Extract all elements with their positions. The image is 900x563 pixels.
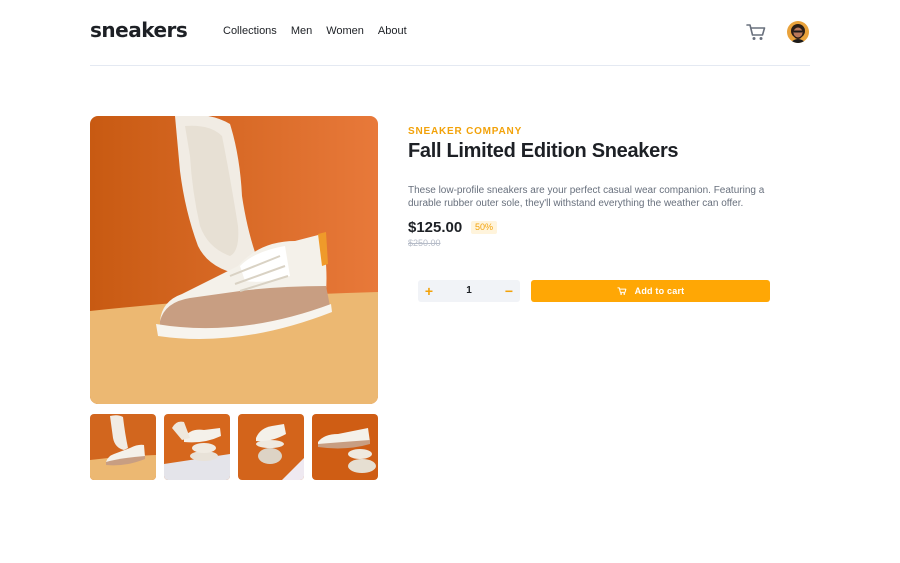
thumbnail-image	[90, 414, 156, 480]
cart-button[interactable]	[745, 22, 767, 42]
thumbnail-gallery	[90, 414, 378, 480]
cart-icon	[617, 287, 627, 295]
thumbnail-image	[164, 414, 230, 480]
quantity-stepper: + 1 −	[418, 280, 520, 302]
nav-item-about[interactable]: About	[378, 25, 407, 37]
site-header: sneakers Collections Men Women About	[90, 0, 810, 66]
thumbnail-1[interactable]	[90, 414, 156, 480]
nav-item-women[interactable]: Women	[326, 25, 364, 37]
user-avatar[interactable]	[787, 21, 809, 43]
add-to-cart-label: Add to cart	[634, 286, 685, 296]
thumbnail-4[interactable]	[312, 414, 378, 480]
thumbnail-3[interactable]	[238, 414, 304, 480]
original-price: $250.00	[408, 238, 441, 248]
brand-logo[interactable]: sneakers	[90, 18, 188, 42]
product-main-image[interactable]	[90, 116, 378, 404]
discount-badge: 50%	[471, 221, 498, 234]
decrease-quantity-button[interactable]: −	[498, 280, 520, 302]
product-price: $125.00	[408, 219, 463, 236]
product-company: SNEAKER COMPANY	[408, 126, 523, 137]
add-to-cart-button[interactable]: Add to cart	[531, 280, 770, 302]
product-photo	[90, 116, 378, 404]
nav-item-collections[interactable]: Collections	[223, 25, 277, 37]
cart-icon	[746, 24, 766, 40]
product-title: Fall Limited Edition Sneakers	[408, 140, 679, 162]
avatar-image	[787, 21, 809, 43]
thumbnail-2[interactable]	[164, 414, 230, 480]
main-nav: Collections Men Women About	[223, 25, 421, 37]
increase-quantity-button[interactable]: +	[418, 280, 440, 302]
quantity-value: 1	[466, 285, 472, 296]
thumbnail-image	[312, 414, 378, 480]
product-description: These low-profile sneakers are your perf…	[408, 185, 765, 209]
thumbnail-image	[238, 414, 304, 480]
nav-item-men[interactable]: Men	[291, 25, 312, 37]
